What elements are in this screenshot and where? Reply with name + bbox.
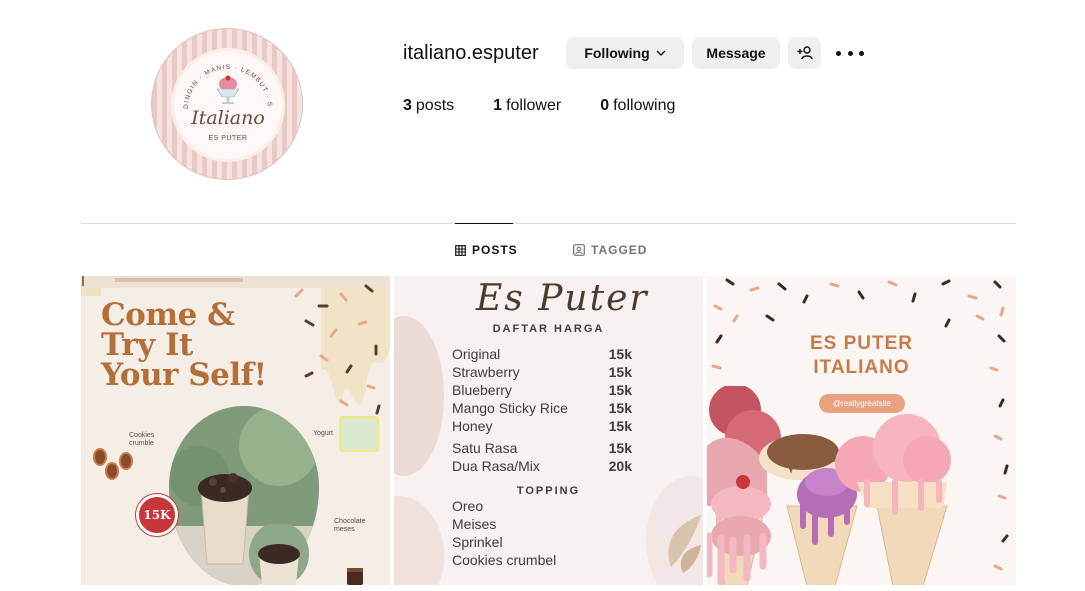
price-list: Original 15k Strawberry 15k Blueberry 15k M… [452, 345, 632, 475]
price-row: Honey 15k [452, 417, 632, 435]
label-cookies: Cookies crumble [129, 432, 155, 447]
leaf-decoration [668, 515, 701, 573]
following-stat[interactable]: 0 following [600, 97, 675, 115]
cookie-icon [119, 452, 133, 470]
dessert-cup-image-2 [249, 524, 309, 585]
message-button-label: Message [706, 45, 766, 61]
yogurt-cup-image [339, 416, 379, 452]
following-button-label: Following [584, 45, 650, 61]
label-chocolate: Chocolate meses [334, 518, 366, 533]
post1-headline: Come & Try It Your Self! [101, 297, 267, 393]
tab-tagged-label: TAGGED [591, 243, 648, 257]
menu-title: Es Puter [476, 278, 649, 319]
size-name: Dua Rasa/Mix [452, 458, 540, 474]
price-row: Dua Rasa/Mix 20k [452, 457, 632, 475]
post-thumbnail-1[interactable]: Come & Try It Your Self! 15K Cookies cru… [81, 276, 390, 585]
label-yogurt: Yogurt [313, 430, 333, 437]
suggest-user-button[interactable] [788, 37, 821, 69]
message-button[interactable]: Message [692, 37, 780, 69]
price-row: Mango Sticky Rice 15k [452, 399, 632, 417]
chocolate-jar-icon [347, 568, 363, 585]
flavor-name: Mango Sticky Rice [452, 400, 568, 416]
tab-tagged[interactable]: TAGGED [573, 243, 647, 257]
posts-label: posts [415, 97, 455, 114]
dessert-cup-image [198, 473, 252, 565]
posts-stat: 3 posts [403, 97, 454, 115]
size-price: 15k [608, 440, 632, 456]
active-tab-indicator [455, 223, 513, 224]
post3-title: ES PUTER ITALIANO [809, 333, 914, 378]
price-row: Blueberry 15k [452, 381, 632, 399]
profile-username: italiano.esputer [403, 42, 539, 64]
topping-item: Meises [452, 516, 497, 532]
topping-item: Oreo [452, 498, 484, 514]
followers-count: 1 [493, 97, 503, 114]
topping-item: Cookies crumbel [452, 552, 557, 568]
person-plus-icon [797, 46, 813, 60]
more-options-button[interactable] [836, 46, 864, 60]
more-dots-icon [836, 50, 841, 56]
following-count: 0 [600, 97, 610, 114]
flavor-name: Honey [452, 418, 493, 434]
flavor-price: 15k [608, 346, 632, 362]
followers-label: follower [506, 97, 562, 114]
menu-subtitle: DAFTAR HARGA [492, 323, 605, 335]
tab-posts-label: POSTS [472, 243, 518, 257]
profile-avatar[interactable]: DINGIN · MANIS · LEMBUT · SEHAT Italiano… [151, 28, 303, 180]
background-blob [394, 316, 444, 476]
topping-item: Sprinkel [452, 534, 503, 550]
followers-stat[interactable]: 1 follower [493, 97, 561, 115]
cookie-icon [105, 462, 119, 480]
avatar-logo: DINGIN · MANIS · LEMBUT · SEHAT Italiano… [174, 51, 282, 159]
tag-user-icon [573, 244, 585, 256]
price-badge: 15K [136, 494, 178, 536]
following-button[interactable]: Following [566, 37, 684, 69]
avatar-sub-text: ES PUTER [208, 135, 248, 142]
tab-posts[interactable]: POSTS [455, 243, 518, 257]
price-row: Satu Rasa 15k [452, 439, 632, 457]
profile-stats: 3 posts 1 follower 0 following [403, 97, 714, 115]
flavor-price: 15k [608, 364, 632, 380]
flavor-price: 15k [608, 418, 632, 434]
flavor-price: 15k [608, 382, 632, 398]
topping-title: TOPPING [516, 485, 581, 497]
price-row: Strawberry 15k [452, 363, 632, 381]
following-label: following [613, 97, 676, 114]
price-row: Original 15k [452, 345, 632, 363]
flavor-name: Blueberry [452, 382, 512, 398]
tabs-divider [81, 223, 1016, 224]
posts-count: 3 [403, 97, 412, 114]
topping-list: Oreo Meises Sprinkel Cookies crumbel [452, 497, 556, 569]
chevron-down-icon [656, 50, 666, 56]
post-thumbnail-3[interactable]: ES PUTER ITALIANO @reallygreatsite [707, 276, 1016, 585]
background-blob [394, 496, 444, 585]
size-name: Satu Rasa [452, 440, 518, 456]
flavor-price: 15k [608, 400, 632, 416]
flavor-name: Strawberry [452, 364, 520, 380]
avatar-arc-text: DINGIN · MANIS · LEMBUT · SEHAT [174, 51, 272, 109]
ice-cream-illustration [707, 386, 951, 585]
cookie-icon [93, 448, 107, 466]
post-thumbnail-2[interactable]: Es Puter DAFTAR HARGA Original 15k Strawb… [394, 276, 703, 585]
flavor-name: Original [452, 346, 501, 362]
avatar-brand-text: Italiano [191, 107, 265, 129]
grid-icon [455, 244, 466, 256]
sundae-icon [216, 75, 240, 104]
size-price: 20k [608, 458, 632, 474]
